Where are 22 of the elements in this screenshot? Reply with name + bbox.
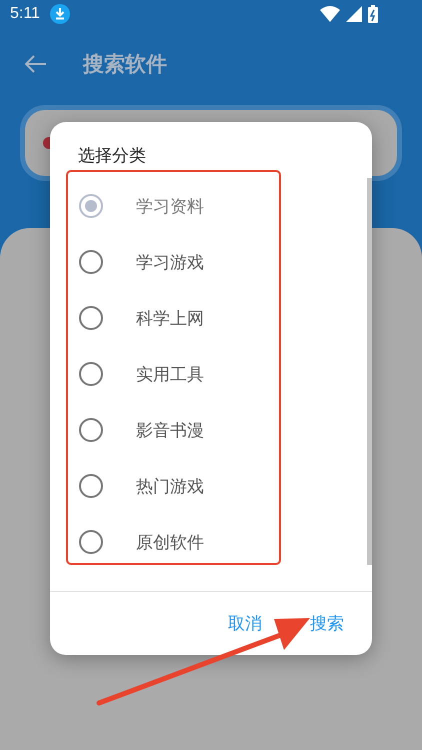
radio-button[interactable] <box>79 250 103 274</box>
radio-button[interactable] <box>79 418 103 442</box>
category-option[interactable]: 实用工具 <box>68 346 279 402</box>
category-option[interactable]: 原创软件 <box>68 514 279 570</box>
radio-button[interactable] <box>79 530 103 554</box>
download-icon <box>50 4 70 24</box>
radio-button[interactable] <box>79 194 103 218</box>
page-title: 搜索软件 <box>83 51 167 78</box>
back-arrow-icon[interactable] <box>25 55 47 73</box>
radio-button[interactable] <box>79 474 103 498</box>
category-option[interactable]: 科学上网 <box>68 290 279 346</box>
category-option[interactable]: 学习资料 <box>68 178 279 234</box>
signal-icon <box>346 6 362 22</box>
dialog-title: 选择分类 <box>77 145 147 168</box>
wifi-icon <box>320 6 340 22</box>
category-option[interactable]: 影音书漫 <box>68 402 279 458</box>
radio-button[interactable] <box>79 362 103 386</box>
status-time: 5:11 <box>10 5 40 23</box>
radio-button[interactable] <box>79 306 103 330</box>
category-option[interactable]: 热门游戏 <box>68 458 279 514</box>
battery-icon <box>368 5 378 23</box>
category-option[interactable]: 学习游戏 <box>68 234 279 290</box>
